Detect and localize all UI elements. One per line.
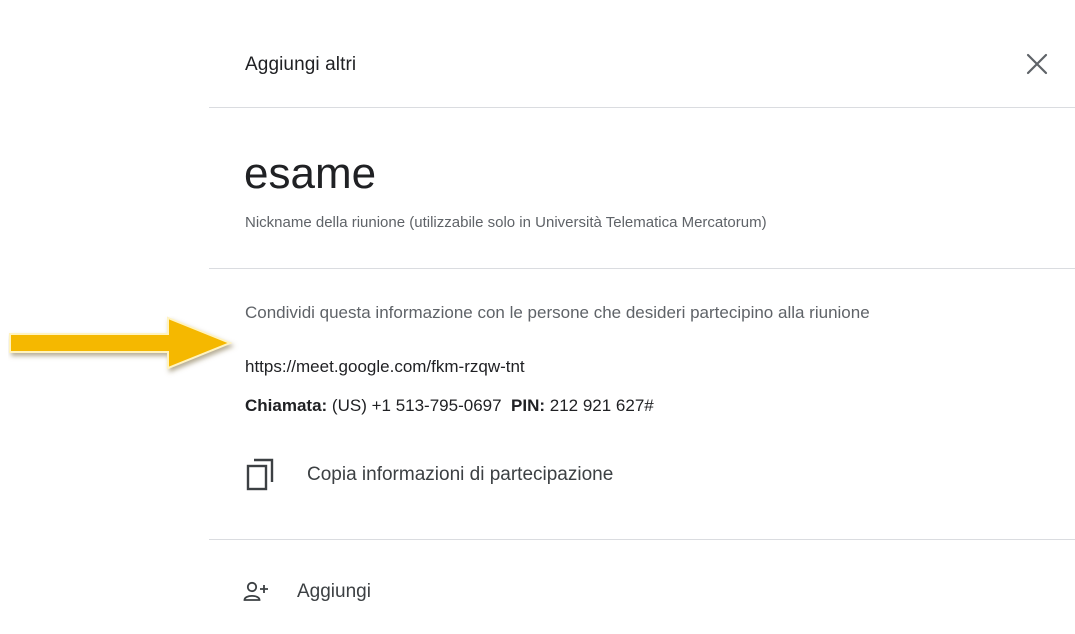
copy-join-info-button[interactable]: Copia informazioni di partecipazione [245,455,745,495]
add-people-label: Aggiungi [297,581,371,602]
pin-value: 212 921 627# [549,396,654,415]
dial-in-info: Chiamata: (US) +1 513-795-0697 PIN: 212 … [245,396,654,416]
person-add-icon [243,581,268,601]
meeting-nickname-hint: Nickname della riunione (utilizzabile so… [245,214,767,231]
pin-label: PIN: [511,396,546,415]
dialog-header: Aggiungi altri [209,0,1075,108]
arrow-right-icon [9,316,233,370]
divider [209,539,1075,540]
dial-in-label: Chiamata: [245,396,328,415]
add-others-dialog: Aggiungi altri esame Nickname della riun… [209,0,1075,634]
add-people-button[interactable]: Aggiungi [243,575,371,609]
copy-join-info-label: Copia informazioni di partecipazione [307,464,614,485]
meeting-link[interactable]: https://meet.google.com/fkm-rzqw-tnt [245,357,525,377]
dialog-title: Aggiungi altri [245,54,357,75]
meeting-nickname-section: esame Nickname della riunione (utilizzab… [209,108,1075,269]
dial-in-number: (US) +1 513-795-0697 [331,396,502,415]
close-button[interactable] [1021,48,1053,80]
copy-icon [246,458,274,491]
meeting-nickname: esame [244,149,377,198]
share-instructions: Condividi questa informazione con le per… [245,303,870,322]
close-icon[interactable] [1026,53,1048,75]
page: Aggiungi altri esame Nickname della riun… [0,0,1075,634]
